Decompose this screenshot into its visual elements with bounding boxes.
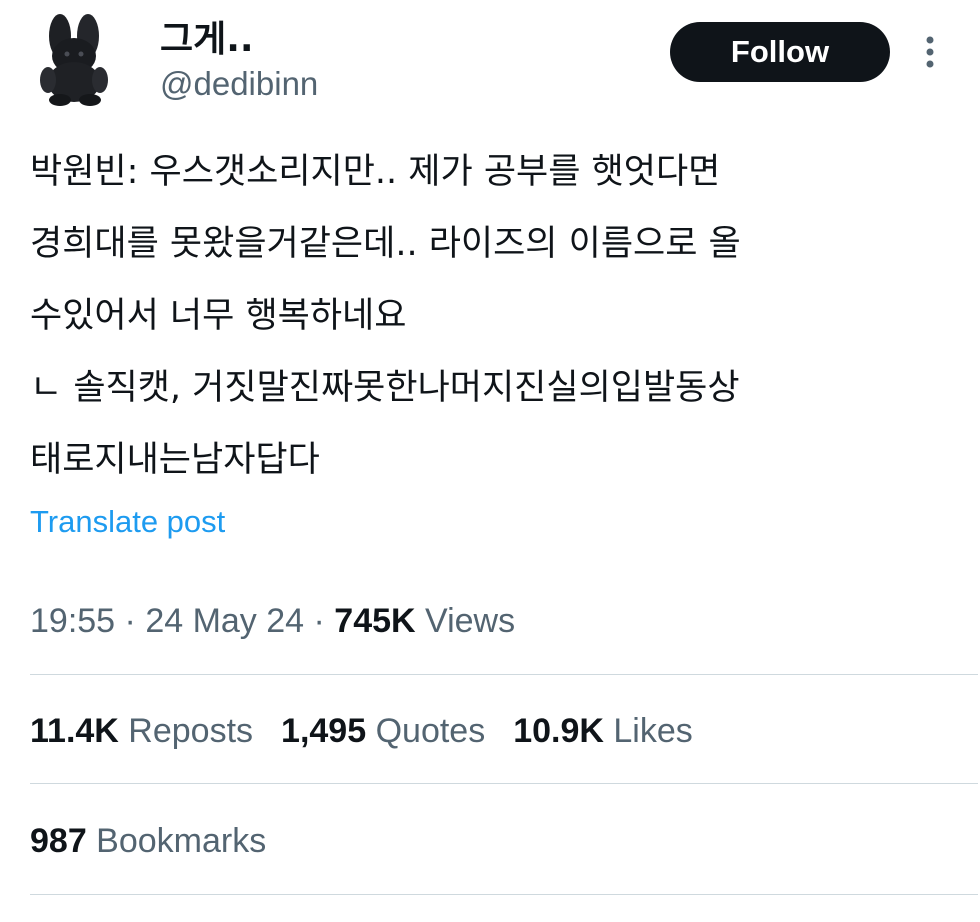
- tweet-meta: 19:55 · 24 May 24 · 745K Views: [30, 600, 515, 642]
- reposts-label: Reposts: [118, 712, 254, 750]
- bookmarks-label: Bookmarks: [86, 822, 267, 860]
- more-vertical-icon: [926, 36, 934, 68]
- meta-separator: ·: [115, 602, 146, 640]
- author-display-name[interactable]: 그게..: [160, 18, 254, 62]
- follow-button-label: Follow: [730, 34, 830, 69]
- tweet-text-line: 수있어서 너무 행복하네요: [30, 296, 407, 336]
- bookmarks-stat[interactable]: 987 Bookmarks: [30, 820, 266, 862]
- bookmarks-stat-row: 987 Bookmarks: [30, 820, 294, 862]
- quotes-count: 1,495: [281, 712, 367, 750]
- tweet-text-line: 경희대를 못왔을거같은데.. 라이즈의 이름으로 올: [30, 224, 741, 264]
- views-count[interactable]: 745K: [334, 602, 415, 640]
- black-bunny-plush-icon: [40, 14, 108, 106]
- tweet-text-line: ㄴ 솔직캣, 거짓말진짜못한나머지진실의입발동상: [30, 368, 740, 408]
- quotes-stat[interactable]: 1,495 Quotes: [281, 710, 485, 752]
- avatar[interactable]: [30, 14, 118, 106]
- tweet-time[interactable]: 19:55: [30, 602, 115, 640]
- likes-label: Likes: [603, 712, 693, 750]
- views-label: Views: [415, 602, 516, 640]
- meta-separator: ·: [304, 602, 335, 640]
- reposts-stat[interactable]: 11.4K Reposts: [30, 710, 253, 752]
- engagement-stats: 11.4K Reposts 1,495 Quotes 10.9K Likes: [30, 710, 721, 752]
- likes-count: 10.9K: [513, 712, 604, 750]
- more-options-button[interactable]: [912, 32, 948, 76]
- tweet-date[interactable]: 24 May 24: [145, 602, 304, 640]
- likes-stat[interactable]: 10.9K Likes: [513, 710, 693, 752]
- tweet-text-line: 태로지내는남자답다: [30, 440, 320, 480]
- tweet-text-line: 박원빈: 우스갯소리지만.. 제가 공부를 햇엇다면: [30, 152, 721, 192]
- divider: [30, 783, 978, 784]
- bookmarks-count: 987: [30, 822, 87, 860]
- author-handle[interactable]: @dedibinn: [160, 64, 318, 104]
- translate-post-link[interactable]: Translate post: [30, 502, 225, 542]
- divider: [30, 894, 978, 895]
- reposts-count: 11.4K: [30, 712, 119, 750]
- follow-button[interactable]: Follow: [670, 22, 890, 82]
- quotes-label: Quotes: [366, 712, 486, 750]
- tweet-text: 박원빈: 우스갯소리지만.. 제가 공부를 햇엇다면 경희대를 못왔을거같은데.…: [30, 136, 955, 496]
- divider: [30, 674, 978, 675]
